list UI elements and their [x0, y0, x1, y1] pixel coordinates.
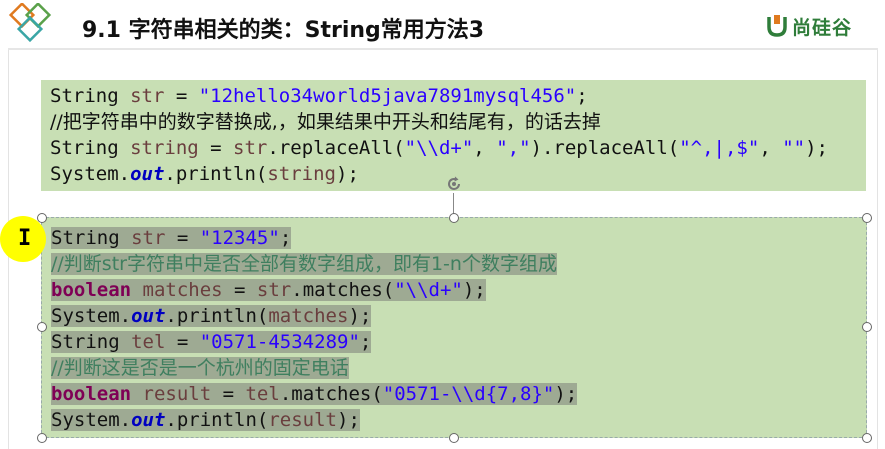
resize-handle-top-right[interactable] — [862, 213, 872, 223]
page-title: 9.1 字符串相关的类：String常用方法3 — [82, 18, 485, 43]
code-line: String string = str.replaceAll("\\d+", "… — [50, 137, 828, 159]
code-line: boolean result = tel.matches("0571-\\d{7… — [51, 383, 578, 405]
code-comment: //判断这是否是一个杭州的固定电话 — [51, 357, 349, 379]
slide-header: 9.1 字符串相关的类：String常用方法3 尚硅谷 — [0, 0, 885, 50]
u-shield-icon — [767, 15, 787, 37]
code-line: System.out.println(result); — [51, 409, 360, 431]
brand-logo: 尚硅谷 — [766, 12, 852, 40]
brand-name: 尚硅谷 — [792, 16, 853, 39]
resize-handle-bottom[interactable] — [449, 433, 459, 443]
header-divider — [8, 48, 878, 50]
right-border — [877, 50, 878, 449]
code-line: System.out.println(string); — [50, 163, 359, 185]
slide: 9.1 字符串相关的类：String常用方法3 尚硅谷 String str =… — [0, 0, 885, 449]
code-line: boolean matches = str.matches("\\d+"); — [51, 279, 486, 301]
text-cursor-icon: I — [18, 226, 32, 251]
code-line: String str = "12345"; — [51, 227, 292, 249]
diamond-logo-icon — [8, 3, 52, 43]
resize-handle-right[interactable] — [862, 322, 872, 332]
code-line: String tel = "0571-4534289"; — [51, 331, 372, 353]
code-comment: //判断str字符串中是否全部有数字组成，即有1-n个数字组成 — [51, 253, 557, 275]
resize-handle-left[interactable] — [37, 322, 47, 332]
resize-handle-top[interactable] — [449, 213, 459, 223]
resize-handle-bottom-right[interactable] — [862, 433, 872, 443]
code-line: String str = "12hello34world5java7891mys… — [50, 85, 588, 107]
code-comment: //把字符串中的数字替换成,，如果结果中开头和结尾有，的话去掉 — [50, 111, 601, 133]
resize-handle-bottom-left[interactable] — [37, 433, 47, 443]
code-line: System.out.println(matches); — [51, 305, 372, 327]
code-block-matches[interactable]: String str = "12345"; //判断str字符串中是否全部有数字… — [41, 217, 867, 438]
rotate-handle-icon[interactable] — [445, 175, 463, 193]
